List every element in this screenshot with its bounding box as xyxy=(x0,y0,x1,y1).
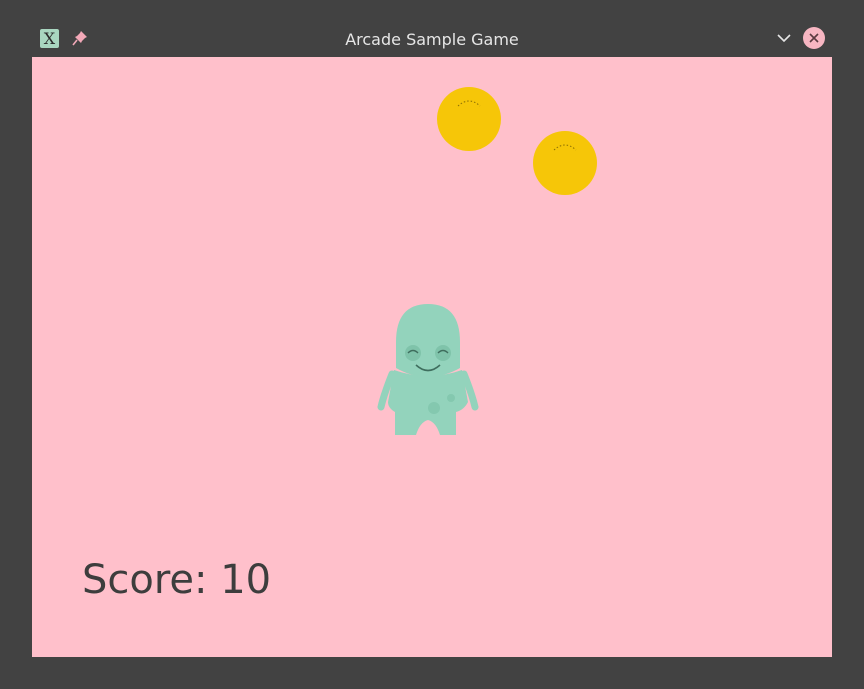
window-titlebar: X Arcade Sample Game xyxy=(0,0,864,57)
window-title: Arcade Sample Game xyxy=(345,30,519,49)
close-icon xyxy=(809,33,819,43)
coin-sprite xyxy=(437,87,501,151)
game-canvas[interactable]: Score: 10 xyxy=(32,57,832,657)
minimize-icon[interactable] xyxy=(775,31,793,45)
player-character xyxy=(377,304,479,435)
close-button[interactable] xyxy=(803,27,825,49)
score-label: Score: 10 xyxy=(82,557,272,603)
coin-sprite xyxy=(533,131,597,195)
